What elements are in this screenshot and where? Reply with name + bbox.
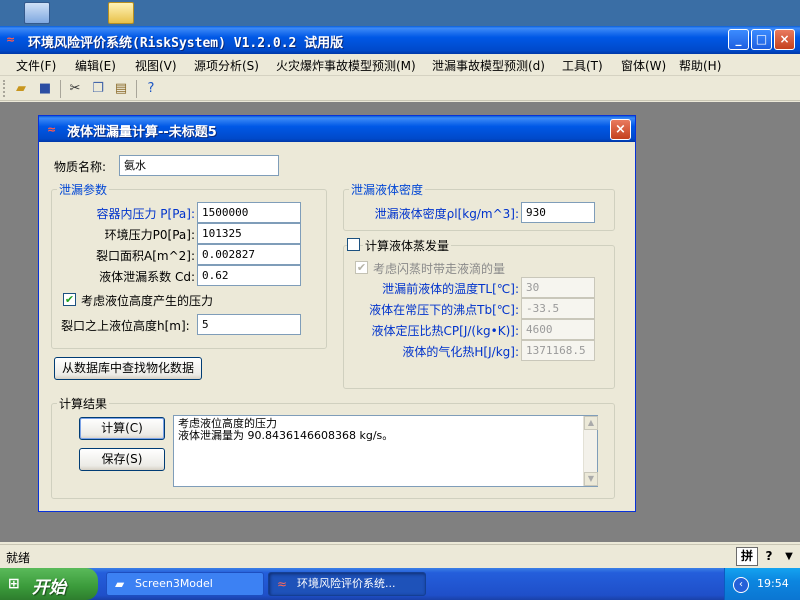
boiling-point-label: 液体在常压下的沸点Tb[℃]: (369, 303, 519, 317)
app-logo-icon: ≈ (47, 123, 57, 136)
area-label: 裂口面积A[m^2]: (96, 249, 195, 263)
menu-view[interactable]: 视图(V) (135, 57, 177, 74)
density-title: 泄漏液体密度 (349, 181, 426, 198)
coef-field[interactable]: 0.62 (197, 265, 301, 286)
height-label: 裂口之上液位高度h[m]: (61, 319, 190, 333)
area-field[interactable]: 0.002827 (197, 244, 301, 265)
substance-label: 物质名称: (54, 160, 107, 174)
statusbar: 就绪 拼 ? ▼ (0, 544, 800, 568)
cut-icon[interactable]: ✂ (66, 80, 84, 98)
pressure-label: 容器内压力 P[Pa]: (96, 207, 195, 221)
taskbar: ⊞ 开始 ▰ Screen3Model ≈ 环境风险评价系统... ‹ 19:5… (0, 568, 800, 600)
open-folder-icon[interactable]: ▰ (12, 80, 30, 98)
flash-checkbox[interactable]: ✔ (355, 261, 368, 274)
my-computer-icon[interactable] (24, 2, 50, 24)
substance-field[interactable]: 氨水 (119, 155, 279, 176)
specific-heat-field[interactable]: 4600 (521, 319, 595, 340)
lookup-database-button[interactable]: 从数据库中查找物化数据 (54, 357, 202, 380)
save-icon[interactable]: ■ (36, 80, 54, 98)
density-label: 泄漏液体密度ρl[kg/m^3]: (374, 207, 519, 221)
folder-icon[interactable] (108, 2, 134, 24)
start-button[interactable]: ⊞ 开始 (0, 568, 98, 600)
status-text: 就绪 (6, 551, 31, 565)
taskbar-item-screen3model[interactable]: ▰ Screen3Model (106, 572, 264, 596)
menu-file[interactable]: 文件(F) (16, 57, 56, 74)
menu-tools[interactable]: 工具(T) (562, 57, 603, 74)
menu-source-analysis[interactable]: 源项分析(S) (194, 57, 259, 74)
app-logo-icon: ≈ (6, 33, 16, 46)
main-titlebar[interactable]: ≈ 环境风险评价系统(RiskSystem) V1.2.0.2 试用版 _ □ … (0, 26, 800, 54)
specific-heat-label: 液体定压比热CP[J/(kg•K)]: (371, 324, 519, 338)
toolbar-separator (136, 80, 137, 98)
system-tray: ‹ 19:54 (724, 568, 800, 600)
pressure-field[interactable]: 1500000 (197, 202, 301, 223)
ime-indicator[interactable]: 拼 (736, 547, 758, 566)
menu-fire-explosion[interactable]: 火灾爆炸事故模型预测(M) (276, 57, 416, 74)
tray-chevron-icon[interactable]: ‹ (733, 577, 749, 593)
clock: 19:54 (757, 577, 789, 590)
dialog-titlebar[interactable]: ≈ 液体泄漏量计算--未标题5 × (39, 116, 635, 142)
toolbar-separator (60, 80, 61, 98)
desktop (0, 0, 800, 26)
window-title: 环境风险评价系统(RiskSystem) V1.2.0.2 试用版 (28, 36, 344, 51)
windows-flag-icon: ⊞ (8, 576, 20, 592)
result-scrollbar[interactable]: ▲ ▼ (583, 416, 598, 486)
result-line: 液体泄漏量为 90.8436146608368 kg/s。 (178, 429, 394, 442)
scroll-up-icon[interactable]: ▲ (584, 416, 598, 430)
height-pressure-checkbox[interactable]: ✔ (63, 293, 76, 306)
density-field[interactable]: 930 (521, 202, 595, 223)
ambient-pressure-label: 环境压力P0[Pa]: (104, 228, 195, 242)
close-button[interactable]: × (774, 29, 795, 50)
height-field[interactable]: 5 (197, 314, 301, 335)
liquid-temp-label: 泄漏前液体的温度TL[℃]: (382, 282, 519, 296)
paste-icon[interactable]: ▤ (112, 80, 130, 98)
save-button[interactable]: 保存(S) (79, 448, 165, 471)
copy-icon[interactable]: ❐ (89, 80, 107, 98)
evaporation-title: 计算液体蒸发量 (363, 237, 452, 254)
menu-window[interactable]: 窗体(W) (621, 57, 666, 74)
maximize-button[interactable]: □ (751, 29, 772, 50)
liquid-temp-field[interactable]: 30 (521, 277, 595, 298)
dialog-title: 液体泄漏量计算--未标题5 (67, 125, 217, 140)
dialog-close-button[interactable]: × (610, 119, 631, 140)
menu-edit[interactable]: 编辑(E) (75, 57, 116, 74)
status-help-icon[interactable]: ? (760, 547, 778, 566)
help-icon[interactable]: ? (142, 80, 160, 98)
taskbar-item-risksystem[interactable]: ≈ 环境风险评价系统... (268, 572, 426, 596)
height-pressure-label: 考虑液位高度产生的压力 (81, 294, 214, 308)
vaporization-heat-field[interactable]: 1371168.5 (521, 340, 595, 361)
start-label: 开始 (32, 578, 66, 598)
minimize-button[interactable]: _ (728, 29, 749, 50)
scroll-down-icon[interactable]: ▼ (584, 472, 598, 486)
flash-label: 考虑闪蒸时带走液滴的量 (373, 262, 506, 276)
calculate-button[interactable]: 计算(C) (79, 417, 165, 440)
ambient-pressure-field[interactable]: 101325 (197, 223, 301, 244)
evaporation-checkbox[interactable] (347, 238, 360, 251)
leak-calc-dialog: ≈ 液体泄漏量计算--未标题5 × 物质名称: 氨水 泄漏参数 容器内压力 P[… (38, 115, 636, 512)
menu-leak-model[interactable]: 泄漏事故模型预测(d) (432, 57, 545, 74)
chevron-down-icon[interactable]: ▼ (782, 547, 796, 566)
vaporization-heat-label: 液体的气化热H[J/kg]: (402, 345, 519, 359)
boiling-point-field[interactable]: -33.5 (521, 298, 595, 319)
taskbar-item-label: Screen3Model (135, 577, 213, 590)
taskbar-item-label: 环境风险评价系统... (297, 577, 396, 590)
toolbar-grip[interactable] (3, 80, 6, 97)
app-logo-icon: ≈ (277, 577, 288, 591)
menubar: 文件(F) 编辑(E) 视图(V) 源项分析(S) 火灾爆炸事故模型预测(M) … (0, 54, 800, 76)
toolbar: ▰ ■ ✂ ❐ ▤ ? (0, 77, 800, 101)
folder-icon: ▰ (115, 577, 125, 591)
leak-params-title: 泄漏参数 (57, 181, 110, 198)
result-textarea[interactable]: 考虑液位高度的压力 液体泄漏量为 90.8436146608368 kg/s。 (173, 415, 598, 487)
results-title: 计算结果 (57, 395, 110, 412)
coef-label: 液体泄漏系数 Cd: (99, 270, 195, 284)
menu-help[interactable]: 帮助(H) (679, 57, 721, 74)
